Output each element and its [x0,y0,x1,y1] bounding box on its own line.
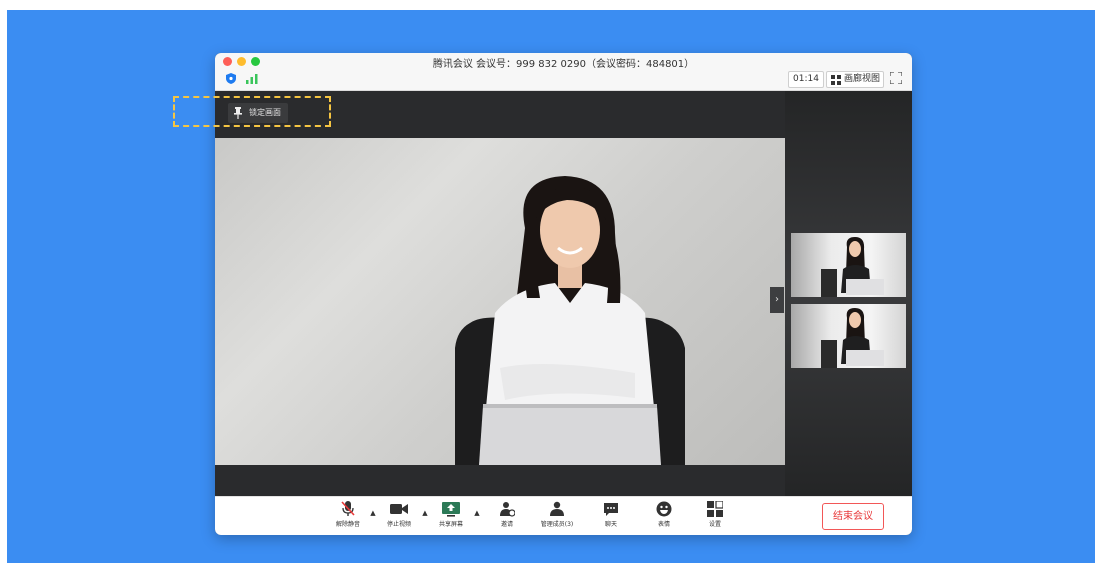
muted-mic-icon [341,501,355,516]
unmute-label: 解除静音 [335,521,360,528]
highlight-dashed-box [173,96,331,127]
fullscreen-icon[interactable] [890,72,902,84]
video-camera-icon [390,504,408,514]
members-icon [550,501,564,516]
shield-icon[interactable] [226,73,236,84]
network-signal-icon[interactable] [246,74,258,84]
chat-button[interactable]: 聊天 [591,501,631,533]
share-screen-button[interactable]: 共享屏幕 [431,501,471,533]
chat-icon [604,503,618,516]
end-meeting-button[interactable]: 结束会议 [822,503,884,530]
manage-members-button[interactable]: 管理成员(3) [537,501,577,533]
settings-button[interactable]: 设置 [695,501,735,533]
share-options-caret[interactable]: ▲ [473,509,481,517]
participant-thumbnail-image [821,237,884,297]
invite-label: 邀请 [500,521,513,528]
unmute-button[interactable]: 解除静音 [328,501,368,533]
meeting-toolbar: 解除静音 ▲ 停止视频 ▲ 共享屏幕 ▲ 邀请 管理成员(3) 聊天 表情 设置… [215,496,912,535]
gallery-view-button[interactable]: 画廊视图 [826,71,884,88]
emoji-label: 表情 [657,521,670,528]
settings-grid-icon [707,501,723,517]
participant-thumbnail[interactable] [791,304,906,368]
emoji-icon [656,501,672,517]
chat-label: 聊天 [604,521,617,528]
video-options-caret[interactable]: ▲ [421,509,429,517]
invite-user-icon [500,502,515,517]
collapse-panel-button[interactable]: › [770,287,784,313]
invite-button[interactable]: 邀请 [487,501,527,533]
chevron-right-icon: › [775,294,779,305]
share-screen-icon [442,502,460,517]
meeting-timer: 01:14 [788,71,824,88]
main-video-feed[interactable] [215,138,785,465]
video-bottom-bar [215,465,785,496]
participant-video-image [455,176,685,465]
window-title: 腾讯会议 会议号：999 832 0290（会议密码：484801） [432,59,695,70]
participant-thumbnail-image [821,308,884,368]
stop-video-label: 停止视频 [386,521,411,528]
emoji-button[interactable]: 表情 [644,501,684,533]
gallery-view-label: 画廊视图 [844,74,881,84]
stop-video-button[interactable]: 停止视频 [379,501,419,533]
settings-label: 设置 [708,521,721,528]
participant-thumbnail[interactable] [791,233,906,297]
grid-icon [831,75,841,85]
audio-options-caret[interactable]: ▲ [369,509,377,517]
manage-members-label: 管理成员(3) [540,521,574,528]
title-bar: 腾讯会议 会议号：999 832 0290（会议密码：484801） 01:14… [215,53,912,91]
share-screen-label: 共享屏幕 [438,521,463,528]
